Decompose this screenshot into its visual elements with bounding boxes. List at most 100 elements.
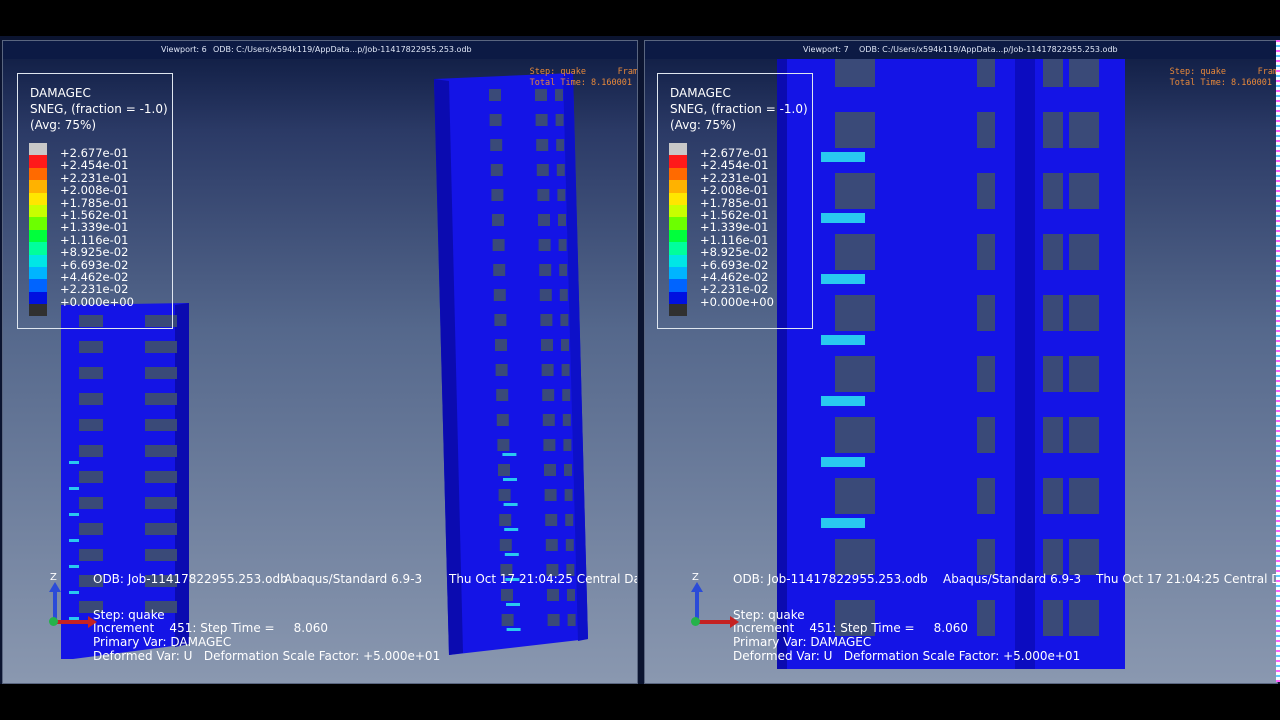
legend-swatch <box>29 229 47 243</box>
building-tall <box>434 73 588 655</box>
legend-value: +0.000e+00 <box>700 294 774 309</box>
step-frame-info: Step: quake Frame: 403 Total Time: 8.1600… <box>1169 67 1277 89</box>
x-axis-icon <box>697 620 731 624</box>
window <box>977 356 995 392</box>
viewport-name: Viewport: 6 <box>161 45 207 54</box>
screen: Viewport: 6 ODB: C:/Users/x594k119/AppDa… <box>0 0 1280 720</box>
frame-label: Frame: 403 <box>617 67 638 77</box>
footer-solver: Abaqus/Standard 6.9-3 <box>284 572 423 586</box>
damage-mark <box>69 461 79 464</box>
legend-swatch <box>29 155 47 168</box>
window <box>544 464 556 476</box>
damage-mark <box>821 518 865 528</box>
window <box>564 489 573 501</box>
legend-swatch <box>29 279 47 292</box>
damage-mark <box>821 152 865 162</box>
legend-swatch <box>29 217 47 230</box>
window <box>977 417 995 453</box>
viewport-title-bar[interactable]: Viewport: 6 ODB: C:/Users/x594k119/AppDa… <box>3 41 637 59</box>
damage-mark <box>69 487 79 490</box>
window <box>145 419 177 431</box>
viewport-name: Viewport: 7 <box>803 45 849 54</box>
window <box>492 214 504 226</box>
window <box>537 189 550 201</box>
damage-mark <box>506 603 520 606</box>
viewport-title-bar[interactable]: Viewport: 7 ODB: C:/Users/x594k119/AppDa… <box>645 41 1277 59</box>
window <box>491 189 504 201</box>
legend-swatch <box>669 180 687 193</box>
damage-mark <box>502 453 517 456</box>
viewport-6[interactable]: Viewport: 6 ODB: C:/Users/x594k119/AppDa… <box>2 40 638 684</box>
window <box>1069 234 1099 270</box>
step-label: Step: quake <box>1169 67 1226 77</box>
footer-odb: ODB: Job-11417822955.253.odb <box>733 572 928 586</box>
window <box>490 139 503 151</box>
window <box>557 189 566 201</box>
window <box>1069 59 1099 87</box>
window <box>977 478 995 514</box>
legend-swatch <box>669 143 687 156</box>
window <box>539 264 552 276</box>
window <box>145 393 177 405</box>
window <box>79 549 103 561</box>
window <box>542 389 555 401</box>
contour-legend[interactable]: DAMAGEC SNEG, (fraction = -1.0) (Avg: 75… <box>657 73 813 329</box>
window <box>495 339 507 351</box>
legend-variable: DAMAGEC <box>670 86 731 100</box>
legend-color-bar <box>669 143 687 317</box>
legend-value: +2.008e-01 <box>700 183 769 198</box>
window <box>493 289 506 301</box>
window <box>545 514 558 526</box>
window <box>835 417 875 453</box>
window <box>835 478 875 514</box>
window <box>1069 600 1099 636</box>
damage-mark <box>821 457 865 467</box>
window <box>542 414 555 426</box>
window <box>79 419 103 431</box>
legend-value: +1.339e-01 <box>700 220 769 235</box>
window <box>835 539 875 575</box>
window <box>492 239 505 251</box>
viewport-7[interactable]: Viewport: 7 ODB: C:/Users/x594k119/AppDa… <box>644 40 1278 684</box>
window <box>556 164 565 176</box>
legend-swatch <box>29 254 47 267</box>
window <box>835 173 875 209</box>
legend-swatch <box>669 266 687 280</box>
legend-swatch <box>669 242 687 255</box>
legend-values: +2.677e-01 +2.454e-01 +2.231e-01 +2.008e-01… <box>60 147 134 309</box>
window <box>977 59 995 87</box>
x-axis-arrow-icon <box>730 616 739 628</box>
window <box>835 234 875 270</box>
window <box>541 339 553 351</box>
window <box>835 356 875 392</box>
contour-legend[interactable]: DAMAGEC SNEG, (fraction = -1.0) (Avg: 75… <box>17 73 173 329</box>
window <box>498 464 510 476</box>
window <box>1043 356 1063 392</box>
window <box>79 367 103 379</box>
footer-solver: Abaqus/Standard 6.9-3 <box>943 572 1082 586</box>
damage-mark <box>69 513 79 516</box>
footer-odb: ODB: Job-11417822955.253.odb <box>93 572 288 586</box>
window <box>1069 295 1099 331</box>
window <box>559 264 568 276</box>
window <box>79 471 103 483</box>
window <box>536 139 549 151</box>
legend-swatch <box>669 204 687 218</box>
window <box>490 164 503 176</box>
window <box>835 295 875 331</box>
window <box>1069 356 1099 392</box>
legend-swatch <box>29 167 47 181</box>
legend-value: +2.454e-01 <box>60 158 129 173</box>
damage-mark <box>821 396 865 406</box>
legend-color-bar <box>29 143 47 317</box>
legend-swatch <box>669 279 687 292</box>
legend-swatch <box>29 304 47 317</box>
window <box>79 341 103 353</box>
footer-increment: Increment 451: Step Time = 8.060 <box>733 621 968 635</box>
window <box>496 414 509 426</box>
legend-swatch <box>29 242 47 255</box>
footer-increment: Increment 451: Step Time = 8.060 <box>93 621 328 635</box>
legend-swatch <box>669 192 687 205</box>
window <box>539 289 552 301</box>
axis-triad: Z <box>46 572 106 632</box>
